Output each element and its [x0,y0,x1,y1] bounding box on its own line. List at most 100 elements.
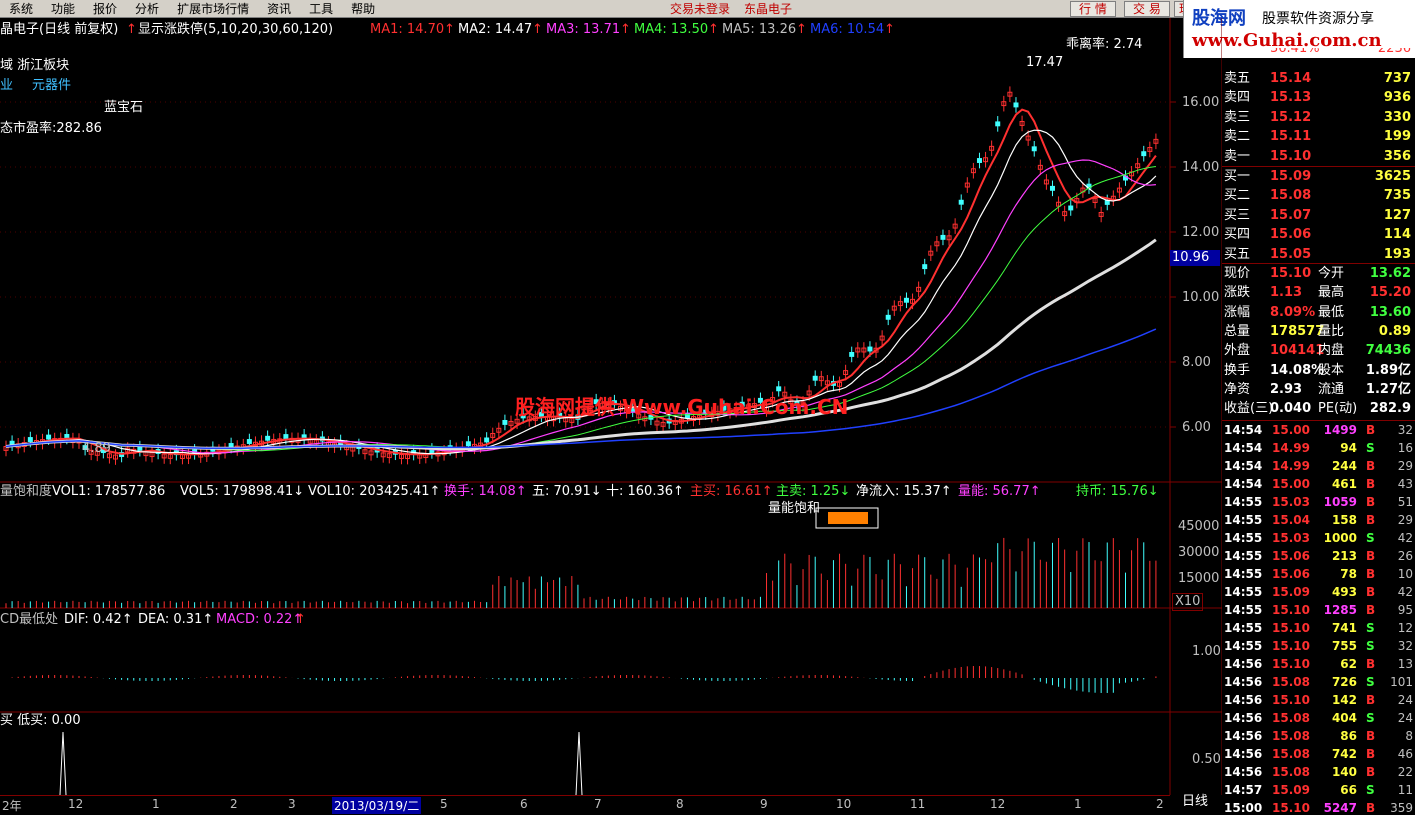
up-arrow-icon: ↑ [708,22,719,37]
tick-row[interactable]: 14:55 15.09 493 B 42 [1222,583,1415,601]
quote-row: 涨跌 1.13 最高 15.20 [1222,283,1415,302]
trade-button[interactable]: 交 易 [1124,1,1170,17]
tick-row[interactable]: 14:55 15.04 158 B 29 [1222,511,1415,529]
tick-count: 32 [1397,423,1413,437]
tick-row[interactable]: 14:55 15.10 755 S 32 [1222,637,1415,655]
tick-row[interactable]: 14:56 15.08 140 B 22 [1222,763,1415,781]
quote-button[interactable]: 行 情 [1070,1,1116,17]
menu-extended-market[interactable]: 扩展市场行情 [168,0,258,17]
menu-function[interactable]: 功能 [42,0,84,17]
quote-value: 2.93 [1270,381,1303,397]
period-label[interactable]: 日线 [1182,794,1208,810]
tick-price: 15.09 [1272,585,1310,599]
tick-count: 32 [1397,639,1413,653]
menu-system[interactable]: 系统 [0,0,42,17]
low-buy-indicator: 买 低买: 0.00 [0,713,81,728]
tick-row[interactable]: 14:54 14.99 94 S 16 [1222,439,1415,457]
tick-side: B [1366,459,1376,473]
book-level-label: 买三 [1224,207,1251,223]
menu-tools[interactable]: 工具 [300,0,342,17]
tick-row[interactable]: 14:55 15.03 1059 B 51 [1222,493,1415,511]
quote-value: 104141 [1270,343,1325,359]
tick-side: B [1366,765,1376,779]
tick-count: 26 [1397,549,1413,563]
tick-volume: 142 [1331,693,1357,707]
tick-row[interactable]: 14:57 15.09 66 S 11 [1222,781,1415,799]
book-price: 15.12 [1270,109,1312,125]
candle-body [502,419,508,425]
menu-help[interactable]: 帮助 [342,0,384,17]
limit-option[interactable]: 显示涨跌停(5,10,20,30,60,120) [138,22,333,38]
tick-row[interactable]: 14:56 15.10 62 B 13 [1222,655,1415,673]
tick-price: 15.00 [1272,423,1310,437]
tick-price: 15.06 [1272,567,1310,581]
sector-label: 域 浙江板块 [0,58,70,73]
tick-row[interactable]: 14:54 14.99 244 B 29 [1222,457,1415,475]
bid-row: 买三 15.07 127 [1222,206,1415,225]
macd-indicator: CD最低处 [0,612,59,627]
tick-time: 14:56 [1224,747,1263,761]
book-price: 15.08 [1270,188,1312,204]
ask-row: 卖二 15.11 199 [1222,127,1415,146]
tick-row[interactable]: 14:55 15.06 213 B 26 [1222,547,1415,565]
moving-average-line [5,328,1157,450]
tick-row[interactable]: 14:56 15.08 404 S 24 [1222,709,1415,727]
tick-count: 359 [1390,801,1413,815]
tick-row[interactable]: 14:56 15.10 142 B 24 [1222,691,1415,709]
tick-count: 101 [1390,675,1413,689]
date-tick: 2 [230,797,238,811]
volume-indicator: 量能: 56.77↑ [958,484,1041,499]
book-volume: 356 [1383,148,1411,164]
candle-body [1068,205,1074,211]
tick-row[interactable]: 14:55 15.06 78 B 10 [1222,565,1415,583]
tick-count: 24 [1397,693,1413,707]
quote-value: 15.10 [1270,266,1312,281]
ma-value: MA3: 13.71 [546,22,621,37]
menu-quote[interactable]: 报价 [84,0,126,17]
tick-time: 14:56 [1224,711,1263,725]
quote-label: 最低 [1318,304,1345,320]
menu-news[interactable]: 资讯 [258,0,300,17]
bid-row: 买五 15.05 193 [1222,245,1415,264]
tick-volume: 1499 [1323,423,1357,437]
tick-row[interactable]: 14:54 15.00 1499 B 32 [1222,421,1415,439]
tick-count: 8 [1405,729,1413,743]
bid-row: 买二 15.08 735 [1222,186,1415,205]
tick-count: 29 [1397,459,1413,473]
tick-side: B [1366,801,1376,815]
book-price: 15.13 [1270,90,1312,106]
tick-volume: 1285 [1323,603,1357,617]
tick-row[interactable]: 14:56 15.08 742 B 46 [1222,745,1415,763]
tick-side: B [1366,693,1376,707]
quote-value: 14.08% [1270,362,1325,378]
menu-analysis[interactable]: 分析 [126,0,168,17]
tick-row[interactable]: 14:55 15.10 741 S 12 [1222,619,1415,637]
volume-tick: 30000 [1178,545,1220,560]
tick-row[interactable]: 14:54 15.00 461 B 43 [1222,475,1415,493]
quote-row: 换手 14.08% 股本 1.89亿 [1222,361,1415,380]
tick-count: 22 [1397,765,1413,779]
tick-side: S [1366,783,1375,797]
order-ratio-row: 委比 36.41% 委差 2236 [1224,48,1411,56]
watermark: 股海网提供 Www.Guhai.Com.CN [515,395,849,419]
quote-value: 178577 [1270,323,1325,339]
tick-row[interactable]: 14:56 15.08 86 B 8 [1222,727,1415,745]
tick-row[interactable]: 14:56 15.08 726 S 101 [1222,673,1415,691]
tick-row[interactable]: 14:55 15.10 1285 B 95 [1222,601,1415,619]
low-price-label: 4.89 [82,441,111,456]
cursor-date: 2013/03/19/二 [332,797,422,814]
tick-row[interactable]: 15:00 15.10 5247 B 359 [1222,799,1415,815]
tick-time: 14:55 [1224,639,1263,653]
date-tick: 3 [288,797,296,811]
tick-side: B [1366,729,1376,743]
tick-row[interactable]: 14:55 15.03 1000 S 42 [1222,529,1415,547]
book-level-label: 卖二 [1224,129,1251,145]
tick-volume: 244 [1331,459,1357,473]
up-arrow-icon: ↑ [126,22,137,37]
bid-row: 买一 15.09 3625 [1222,167,1415,186]
date-tick: 2 [1156,797,1164,811]
tick-time: 14:54 [1224,441,1263,455]
quote-row: 总量 178577 量比 0.89 [1222,322,1415,341]
tick-time: 15:00 [1224,801,1263,815]
date-tick: 12 [990,797,1006,811]
